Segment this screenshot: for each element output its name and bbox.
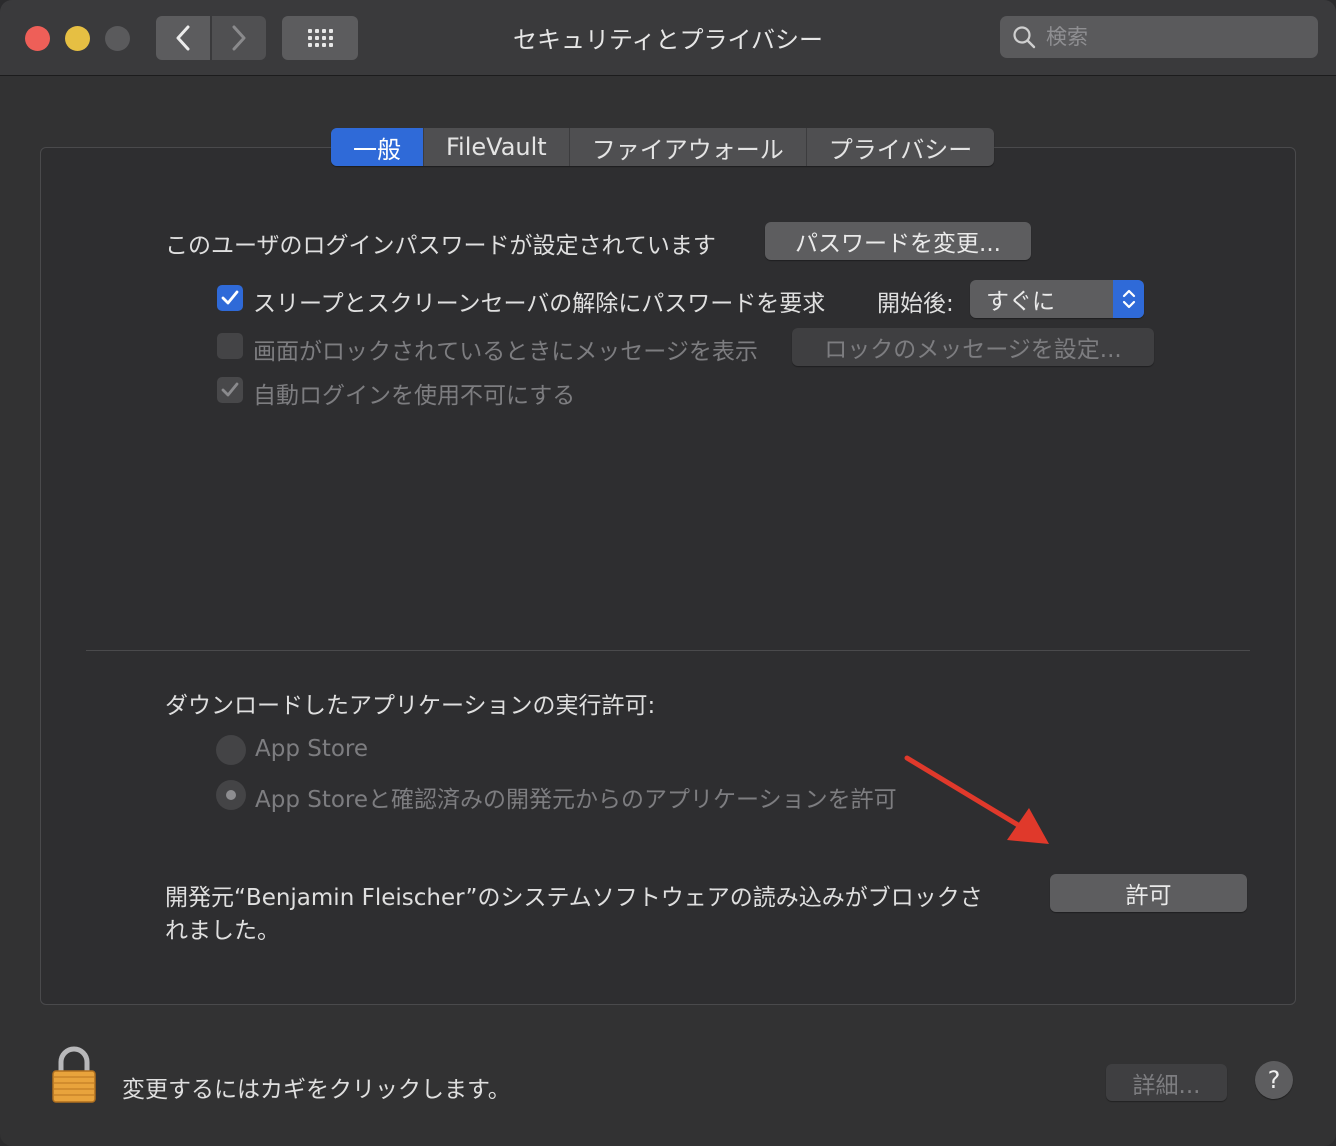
allow-button[interactable]: 許可	[1050, 874, 1247, 912]
radio-app-store-dev[interactable]	[216, 780, 246, 810]
updown-chevron-icon	[1113, 280, 1144, 318]
radio-selected-dot	[226, 790, 236, 800]
lock-message-label: 画面がロックされているときにメッセージを表示	[253, 339, 758, 365]
lock-icon[interactable]	[50, 1046, 98, 1104]
lock-hint-label: 変更するにはカギをクリックします。	[122, 1077, 511, 1103]
radio-app-store[interactable]	[216, 735, 246, 765]
help-button[interactable]: ?	[1255, 1061, 1293, 1099]
section-divider	[86, 650, 1250, 651]
change-password-button[interactable]: パスワードを変更...	[765, 222, 1031, 260]
lock-message-checkbox[interactable]	[217, 333, 243, 359]
details-button[interactable]: 詳細...	[1106, 1064, 1227, 1101]
after-label: 開始後:	[877, 291, 954, 317]
password-status-label: このユーザのログインパスワードが設定されています	[165, 233, 716, 259]
annotation-arrow-icon	[904, 755, 1049, 844]
downloads-heading: ダウンロードしたアプリケーションの実行許可:	[165, 693, 656, 719]
tab-firewall[interactable]: ファイアウォール	[570, 128, 807, 166]
select-value: すぐに	[986, 289, 1055, 315]
window: セキュリティとプライバシー 一般 FileVault ファイアウォール プライバ…	[0, 0, 1336, 1146]
radio-app-store-label: App Store	[255, 736, 369, 762]
search-field[interactable]	[1000, 16, 1318, 58]
search-input[interactable]	[1044, 24, 1308, 50]
tab-bar: 一般 FileVault ファイアウォール プライバシー	[331, 128, 995, 166]
disable-autologin-checkbox[interactable]	[217, 377, 243, 403]
disable-autologin-label: 自動ログインを使用不可にする	[253, 383, 576, 409]
search-icon	[1010, 23, 1038, 51]
checkmark-icon	[221, 382, 239, 397]
title-bar: セキュリティとプライバシー	[0, 0, 1336, 76]
blocked-message-line2: れました。	[165, 918, 280, 944]
blocked-message-line1: 開発元“Benjamin Fleischer”のシステムソフトウェアの読み込みが…	[165, 885, 983, 911]
set-lock-message-button[interactable]: ロックのメッセージを設定...	[792, 328, 1154, 366]
radio-app-store-dev-label: App Storeと確認済みの開発元からのアプリケーションを許可	[255, 787, 897, 813]
tab-general[interactable]: 一般	[331, 128, 424, 166]
require-password-label: スリープとスクリーンセーバの解除にパスワードを要求	[253, 291, 826, 317]
require-password-checkbox[interactable]	[217, 285, 243, 311]
checkmark-icon	[221, 290, 239, 305]
require-password-delay-select[interactable]: すぐに	[970, 280, 1144, 318]
tab-privacy[interactable]: プライバシー	[807, 128, 995, 166]
tab-filevault[interactable]: FileVault	[424, 128, 570, 166]
